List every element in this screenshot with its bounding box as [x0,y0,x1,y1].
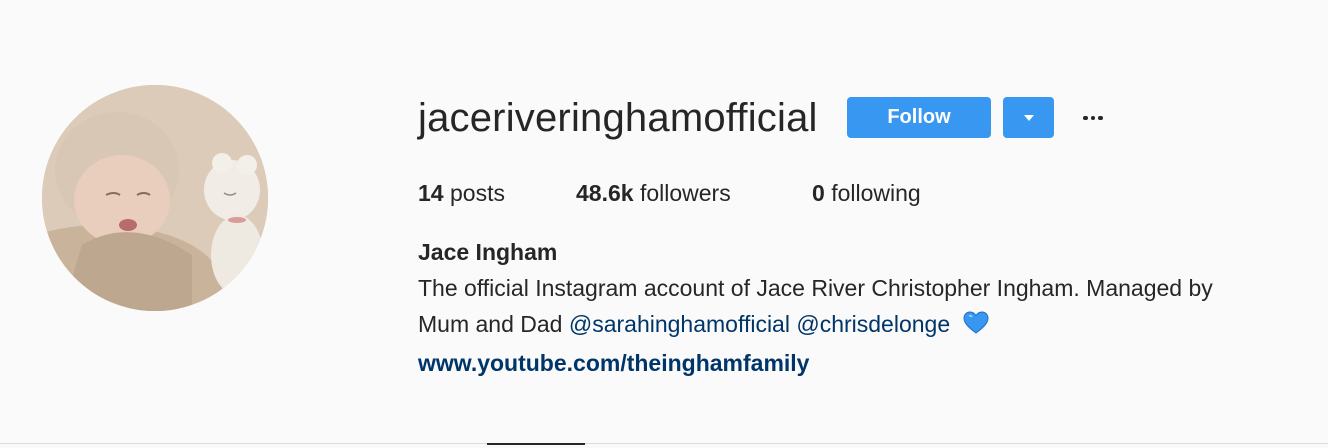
posts-count: 14 [418,180,444,206]
followers-stat[interactable]: 48.6k followers [576,177,731,209]
chevron-down-icon [1023,114,1034,121]
bio-line-2-text: Mum and Dad [418,311,563,337]
following-count: 0 [812,180,825,206]
blue-heart-icon [963,309,989,345]
bio-line-1: The official Instagram account of Jace R… [418,275,1213,301]
followers-count: 48.6k [576,180,634,206]
website-link[interactable]: www.youtube.com/theinghamfamily [418,345,1318,381]
suggestions-dropdown-button[interactable] [1003,97,1054,138]
posts-label: posts [449,180,505,206]
profile-bio: Jace Ingham The official Instagram accou… [418,234,1318,381]
avatar-photo [42,85,268,311]
profile-avatar[interactable] [42,85,268,311]
more-options-button[interactable] [1078,103,1108,133]
more-options-icon [1083,115,1088,121]
mention-link-sarah[interactable]: @sarahinghamofficial [569,311,790,337]
profile-full-name: Jace Ingham [418,239,558,265]
followers-label: followers [639,180,731,206]
active-tab-indicator [487,443,585,445]
following-label: following [831,180,921,206]
profile-username: jaceriveringhamofficial [418,96,818,140]
posts-stat: 14 posts [418,177,505,209]
mention-link-chris[interactable]: @chrisdelonge [796,311,950,337]
tabs-divider [0,443,1328,444]
follow-button[interactable]: Follow [847,97,991,138]
following-stat[interactable]: 0 following [812,177,921,209]
bio-line-2: Mum and Dad @sarahinghamofficial @chrisd… [418,306,1318,345]
